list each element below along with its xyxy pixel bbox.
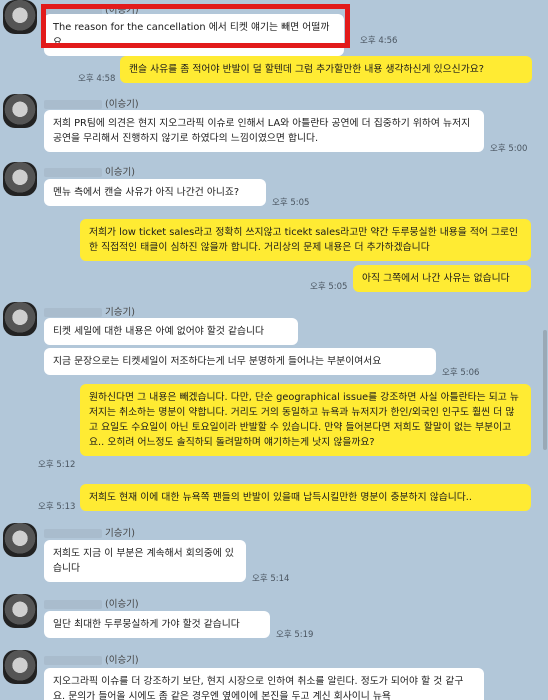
message-time: 오후 5:19 (276, 630, 314, 640)
message-text: 지금 문장으로는 티켓세일이 저조하다는게 너무 분명하게 들어나는 부분이여서… (53, 356, 382, 367)
message-text: 아직 그쪽에서 나간 사유는 없습니다 (362, 273, 510, 284)
message-time: 오후 4:56 (360, 36, 398, 46)
message-text: 저희 PR팀에 의견은 현지 지오그라픽 이슈로 인해서 LA와 아틀란타 공연… (53, 118, 471, 144)
avatar[interactable] (3, 523, 37, 557)
sender-name: 기승기) (44, 525, 135, 539)
message-bubble[interactable]: The reason for the cancellation 에서 티켓 얘기… (44, 14, 344, 56)
message-bubble[interactable]: 저희 PR팀에 의견은 현지 지오그라픽 이슈로 인해서 LA와 아틀란타 공연… (44, 110, 484, 152)
message-time: 오후 5:14 (252, 574, 290, 584)
message-bubble[interactable]: 원하신다면 그 내용은 빼겠습니다. 다만, 단순 geographical i… (80, 384, 531, 456)
message-bubble[interactable]: 일단 최대한 두루뭉실하게 가야 할것 같습니다 (44, 611, 270, 638)
message-text: 지오그라픽 이슈를 더 강조하기 보단, 현지 시장으로 인하여 취소를 알린다… (53, 676, 464, 700)
sender-name: (이승기) (44, 596, 139, 610)
avatar[interactable] (3, 650, 37, 684)
message-time: 오후 5:13 (38, 502, 76, 512)
message-time: 오후 5:06 (442, 368, 480, 378)
avatar[interactable] (3, 302, 37, 336)
message-time: 오후 4:58 (78, 74, 116, 84)
message-text: 저희도 현재 이에 대한 뉴욕쪽 팬들의 반발이 있을때 납득시킬만한 명분이 … (89, 492, 472, 503)
message-bubble[interactable]: 저희가 low ticket sales라고 정확히 쓰지않고 ticekt s… (80, 219, 531, 261)
message-time: 오후 5:12 (38, 460, 76, 470)
avatar[interactable] (3, 162, 37, 196)
message-text: The reason for the cancellation 에서 티켓 얘기… (53, 22, 330, 48)
message-bubble[interactable]: 지오그라픽 이슈를 더 강조하기 보단, 현지 시장으로 인하여 취소를 알린다… (44, 668, 484, 700)
message-time: 오후 5:00 (490, 144, 528, 154)
scrollbar-thumb[interactable] (543, 330, 547, 450)
message-text: 캔슬 사유를 좀 적어야 반발이 덜 할텐데 그럼 추가할만한 내용 생각하신게… (129, 64, 484, 75)
message-text: 저희가 low ticket sales라고 정확히 쓰지않고 ticekt s… (89, 227, 519, 253)
message-bubble[interactable]: 멘뉴 측에서 캔슬 사유가 아직 나간건 아니죠? (44, 179, 266, 206)
message-text: 저희도 지금 이 부분은 계속해서 회의중에 있습니다 (53, 548, 234, 574)
sender-name: 이승기) (44, 164, 135, 178)
message-bubble[interactable]: 티켓 세일에 대한 내용은 아예 없어야 할것 같습니다 (44, 318, 298, 345)
sender-name: 기승기) (44, 304, 135, 318)
avatar[interactable] (3, 94, 37, 128)
avatar[interactable] (3, 594, 37, 628)
message-bubble[interactable]: 아직 그쪽에서 나간 사유는 없습니다 (353, 265, 531, 292)
message-bubble[interactable]: 저희도 지금 이 부분은 계속해서 회의중에 있습니다 (44, 540, 246, 582)
message-text: 원하신다면 그 내용은 빼겠습니다. 다만, 단순 geographical i… (89, 392, 519, 448)
message-time: 오후 5:05 (310, 282, 348, 292)
message-text: 일단 최대한 두루뭉실하게 가야 할것 같습니다 (53, 619, 240, 630)
message-text: 멘뉴 측에서 캔슬 사유가 아직 나간건 아니죠? (53, 187, 240, 198)
message-bubble[interactable]: 캔슬 사유를 좀 적어야 반발이 덜 할텐데 그럼 추가할만한 내용 생각하신게… (120, 56, 532, 83)
message-bubble[interactable]: 저희도 현재 이에 대한 뉴욕쪽 팬들의 반발이 있을때 납득시킬만한 명분이 … (80, 484, 531, 511)
message-text: 티켓 세일에 대한 내용은 아예 없어야 할것 같습니다 (53, 326, 265, 337)
avatar[interactable] (3, 0, 37, 34)
message-time: 오후 5:05 (272, 198, 310, 208)
sender-name: (이승기) (44, 96, 139, 110)
message-bubble[interactable]: 지금 문장으로는 티켓세일이 저조하다는게 너무 분명하게 들어나는 부분이여서… (44, 348, 436, 375)
sender-name: (이승기) (44, 652, 139, 666)
